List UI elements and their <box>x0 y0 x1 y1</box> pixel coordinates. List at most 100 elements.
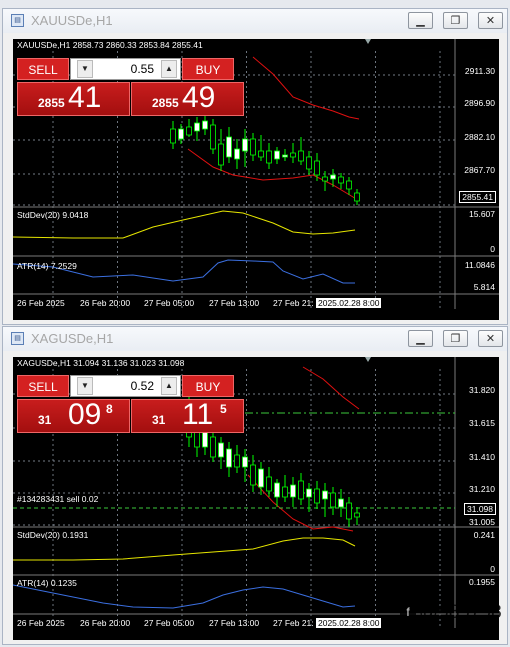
bid-price-major: 31 <box>38 413 52 427</box>
stddev-indicator-label: StdDev(20) 9.0418 <box>17 210 89 220</box>
ask-price-box[interactable]: 31 11 5 <box>131 398 244 433</box>
candle-body <box>218 143 224 166</box>
candle-body <box>242 456 248 468</box>
candle-body <box>202 431 208 448</box>
watermark-logo-icon: f <box>400 604 416 620</box>
price-axis-label: 2911.30 <box>464 66 495 76</box>
ask-price-box[interactable]: 2855 49 <box>131 81 244 116</box>
candle-body <box>354 512 360 518</box>
minimize-button[interactable]: ▁ <box>408 330 433 347</box>
price-axis-label: 31.210 <box>469 484 495 494</box>
sell-button[interactable]: SELL <box>17 375 69 397</box>
window-titlebar[interactable]: ▤ XAGUSDe,H1 ▁ ❐ ✕ <box>3 327 507 351</box>
candle-body <box>218 442 224 458</box>
watermark-text: @989798 <box>419 602 502 623</box>
price-axis-label: 31.005 <box>469 517 495 527</box>
close-button[interactable]: ✕ <box>478 12 503 29</box>
volume-value[interactable]: 0.52 <box>131 379 154 393</box>
upper-band-line <box>252 56 360 120</box>
candle-body <box>282 154 288 158</box>
volume-stepper[interactable]: ▼ 0.55 ▲ <box>70 58 181 80</box>
candle-body <box>298 480 304 500</box>
volume-value[interactable]: 0.55 <box>131 62 154 76</box>
buy-button[interactable]: BUY <box>182 58 234 80</box>
time-axis-label: 27 Feb 05:00 <box>144 298 195 308</box>
ask-price-point: 5 <box>220 402 227 416</box>
price-axis-label: 2896.90 <box>464 98 495 108</box>
candle-body <box>338 498 344 508</box>
chart-window-xauusd[interactable]: ▤ XAUUSDe,H1 ▁ ❐ ✕ XAUUSDe,H1 2858.73 28… <box>2 8 508 325</box>
candle-body <box>210 436 216 458</box>
atr-indicator-label: ATR(14) 0.1235 <box>17 578 77 588</box>
restore-icon: ❐ <box>450 14 461 27</box>
buy-button[interactable]: BUY <box>182 375 234 397</box>
candle-body <box>330 492 336 508</box>
minimize-button[interactable]: ▁ <box>408 12 433 29</box>
time-axis-label: 26 Feb 20:00 <box>80 298 131 308</box>
volume-up-icon[interactable]: ▲ <box>161 377 177 395</box>
time-axis-label: 27 Feb 21: <box>273 618 314 628</box>
candle-body <box>226 136 232 158</box>
candle-body <box>178 128 184 140</box>
candle-body <box>250 138 256 156</box>
open-order-label[interactable]: #134283431 sell 0.02 <box>17 494 98 504</box>
chart-window-xagusd[interactable]: ▤ XAGUSDe,H1 ▁ ❐ ✕ XAGUSDe,H1 31.094 31.… <box>2 326 508 645</box>
candle-body <box>282 486 288 498</box>
time-axis-label: 27 Feb 13:00 <box>209 298 260 308</box>
watermark: f @989798 <box>400 602 502 624</box>
candle-body <box>226 448 232 468</box>
close-icon: ✕ <box>485 332 496 345</box>
candle-body <box>306 156 312 170</box>
candle-body <box>274 150 280 160</box>
symbol-ohlc-label: XAUUSDe,H1 2858.73 2860.33 2853.84 2855.… <box>17 40 203 50</box>
current-price-label: 31.098 <box>464 503 496 515</box>
symbol-ohlc-label: XAGUSDe,H1 31.094 31.136 31.023 31.098 <box>17 358 185 368</box>
price-axis-label: 31.820 <box>469 385 495 395</box>
sell-button[interactable]: SELL <box>17 58 69 80</box>
volume-down-icon[interactable]: ▼ <box>77 377 93 395</box>
price-chart[interactable]: XAGUSDe,H1 31.094 31.136 31.023 31.098 S… <box>13 357 499 640</box>
volume-down-icon[interactable]: ▼ <box>77 60 93 78</box>
candle-body <box>234 148 240 160</box>
volume-stepper[interactable]: ▼ 0.52 ▲ <box>70 375 181 397</box>
stddev-axis-label: 0 <box>490 564 495 574</box>
stddev-indicator-label: StdDev(20) 0.1931 <box>17 530 89 540</box>
minimize-icon: ▁ <box>416 14 425 27</box>
window-titlebar[interactable]: ▤ XAUUSDe,H1 ▁ ❐ ✕ <box>3 9 507 33</box>
candle-body <box>354 192 360 202</box>
restore-button[interactable]: ❐ <box>443 330 468 347</box>
bid-price-point: 8 <box>106 402 113 416</box>
one-click-trading-panel: SELL ▼ 0.52 ▲ BUY 31 09 8 31 11 5 <box>17 375 246 433</box>
price-chart[interactable]: XAUUSDe,H1 2858.73 2860.33 2853.84 2855.… <box>13 39 499 320</box>
bid-price-box[interactable]: 31 09 8 <box>17 398 130 433</box>
shift-marker-icon <box>365 39 371 44</box>
candle-body <box>242 138 248 152</box>
ask-price-pips: 11 <box>182 398 214 431</box>
cursor-time-label: 2025.02.28 8:00 <box>316 298 382 308</box>
candle-body <box>266 150 272 164</box>
candle-body <box>338 176 344 184</box>
cursor-time-label: 2025.02.28 8:00 <box>316 618 382 628</box>
price-axis-label: 31.615 <box>469 418 495 428</box>
price-axis-label: 31.410 <box>469 452 495 462</box>
close-button[interactable]: ✕ <box>478 330 503 347</box>
candle-body <box>234 454 240 468</box>
close-icon: ✕ <box>485 14 496 27</box>
restore-button[interactable]: ❐ <box>443 12 468 29</box>
stddev-line <box>13 537 356 561</box>
time-axis-label: 27 Feb 05:00 <box>144 618 195 628</box>
candle-body <box>266 476 272 492</box>
candle-body <box>298 150 304 162</box>
candle-body <box>330 174 336 180</box>
candle-body <box>170 128 176 144</box>
candle-body <box>274 482 280 498</box>
window-title: XAUUSDe,H1 <box>31 13 113 28</box>
bid-price-pips: 41 <box>68 81 102 114</box>
stddev-axis-label: 0 <box>490 244 495 254</box>
volume-up-icon[interactable]: ▲ <box>161 60 177 78</box>
bid-price-box[interactable]: 2855 41 <box>17 81 130 116</box>
candle-body <box>346 180 352 190</box>
current-price-label: 2855.41 <box>459 191 496 203</box>
time-axis-label: 26 Feb 20:00 <box>80 618 131 628</box>
shift-marker-icon <box>365 357 371 362</box>
